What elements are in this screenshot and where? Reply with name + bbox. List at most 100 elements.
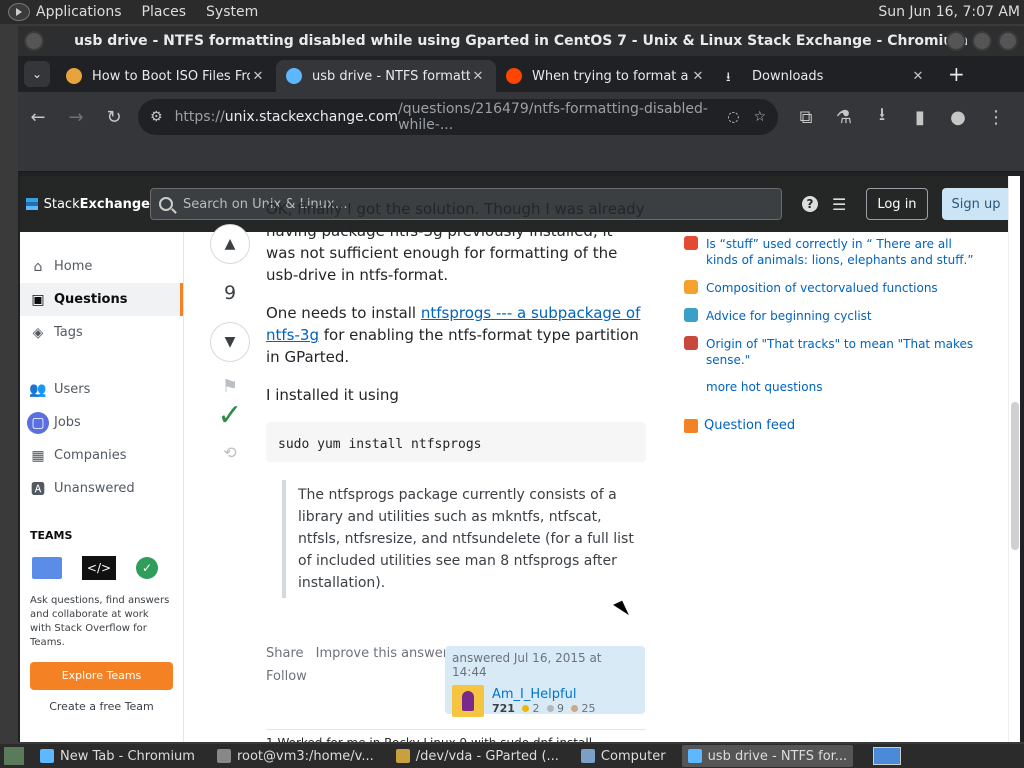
extensions-icon[interactable]: ⧉	[788, 99, 824, 135]
tab-when-trying-to-format[interactable]: When trying to format a U ✕	[496, 60, 716, 92]
address-bar[interactable]: ⚙ https://unix.stackexchange.com/questio…	[138, 99, 778, 135]
task-new-tab-chromium[interactable]: New Tab - Chromium	[34, 745, 201, 767]
help-icon[interactable]: ?	[802, 196, 818, 212]
accepted-check-icon: ✓	[217, 398, 243, 433]
chromium-icon	[40, 749, 54, 763]
code-icon: </>	[82, 556, 116, 580]
new-tab-button[interactable]: +	[948, 62, 965, 86]
task-computer[interactable]: Computer	[575, 745, 672, 767]
close-tab-icon[interactable]: ✕	[910, 69, 926, 84]
text: for enabling the ntfs-format type partit…	[266, 326, 639, 366]
explore-teams-button[interactable]: Explore Teams	[30, 662, 173, 690]
nav-unanswered[interactable]: 🅰 Unanswered	[20, 472, 183, 505]
hot-question-item: Composition of vectorvalued functions	[684, 280, 984, 296]
tab-downloads[interactable]: ⭳ Downloads ✕	[716, 60, 936, 92]
teams-illustration: </> ✓	[32, 556, 173, 580]
reload-button[interactable]: ↻	[96, 99, 132, 135]
forward-button[interactable]: →	[58, 99, 94, 135]
user-name-link[interactable]: Am_I_Helpful	[492, 687, 595, 702]
show-desktop-icon[interactable]	[4, 747, 24, 765]
hot-question-link[interactable]: Is “stuff” used correctly in “ There are…	[706, 236, 984, 268]
close-tab-icon[interactable]: ✕	[470, 69, 486, 84]
close-window-button[interactable]	[998, 31, 1018, 51]
task-label: root@vm3:/home/v...	[236, 748, 374, 764]
window-menu-button[interactable]	[24, 31, 44, 51]
mouse-cursor-icon	[613, 600, 629, 620]
eye-off-icon[interactable]: ◌	[727, 109, 739, 125]
nav-users[interactable]: 👥 Users	[20, 373, 183, 406]
side-panel-icon[interactable]: ▮	[902, 99, 938, 135]
close-tab-icon[interactable]: ✕	[690, 69, 706, 84]
hot-question-link[interactable]: Advice for beginning cyclist	[706, 308, 872, 324]
stackexchange-logo[interactable]: Stack Exchange	[26, 197, 150, 212]
hot-question-item: Is “stuff” used correctly in “ There are…	[684, 236, 984, 268]
task-terminal[interactable]: root@vm3:/home/v...	[211, 745, 380, 767]
follow-link[interactable]: Follow	[266, 669, 456, 684]
chromium-icon	[687, 749, 702, 763]
nav-companies[interactable]: ▦ Companies	[20, 439, 183, 472]
site-info-icon[interactable]: ⚙	[150, 109, 163, 125]
search-icon	[159, 197, 173, 211]
menu-places[interactable]: Places	[142, 4, 187, 20]
downvote-button[interactable]: ▼	[210, 322, 250, 362]
more-hot-questions-link[interactable]: more hot questions	[706, 380, 984, 394]
kebab-menu-icon[interactable]: ⋮	[978, 99, 1014, 135]
task-gparted[interactable]: /dev/vda - GParted (...	[390, 745, 565, 767]
system-logo-icon[interactable]	[8, 3, 30, 21]
nav-jobs[interactable]: ▢ Jobs	[20, 406, 183, 439]
task-label: Computer	[600, 748, 666, 764]
reputation-score: 721	[492, 702, 515, 715]
english-site-icon	[684, 236, 698, 250]
comment-row: 1 Worked for me in Rocky Linux 9 with su…	[266, 729, 646, 742]
bronze-badge-icon	[571, 705, 579, 712]
downloads-icon[interactable]: ⭳	[864, 99, 900, 135]
signup-button[interactable]: Sign up	[941, 188, 1011, 220]
tab-how-to-boot-iso[interactable]: How to Boot ISO Files Fro ✕	[56, 60, 276, 92]
minimize-button[interactable]	[946, 31, 966, 51]
scrollbar-thumb[interactable]	[1011, 402, 1019, 550]
hot-question-link[interactable]: Origin of "That tracks" to mean "That ma…	[706, 336, 984, 368]
nav-home[interactable]: ⌂ Home	[20, 250, 183, 283]
nav-label: Companies	[54, 448, 127, 463]
users-icon: 👥	[29, 381, 47, 398]
menu-applications[interactable]: Applications	[36, 4, 122, 20]
history-icon[interactable]: ⟲	[208, 443, 252, 462]
chevron-down-icon: ⌄	[31, 67, 43, 81]
tab-title: Downloads	[752, 68, 824, 84]
back-button[interactable]: ←	[20, 99, 56, 135]
hot-question-link[interactable]: Composition of vectorvalued functions	[706, 280, 938, 296]
window-titlebar: usb drive - NTFS formatting disabled whi…	[18, 26, 1024, 56]
close-tab-icon[interactable]: ✕	[250, 69, 266, 84]
arrow-up-icon: ▲	[224, 236, 236, 252]
improve-answer-link[interactable]: Improve this answer	[316, 646, 448, 661]
bookmark-icon[interactable]: ⚑	[208, 376, 252, 397]
share-link[interactable]: Share	[266, 646, 304, 661]
bronze-badge-count: 25	[581, 702, 596, 715]
upvote-button[interactable]: ▲	[210, 224, 250, 264]
taskbar: New Tab - Chromium root@vm3:/home/v... /…	[0, 744, 1024, 768]
bookmark-star-icon[interactable]: ☆	[753, 109, 766, 125]
question-feed-link[interactable]: Question feed	[684, 418, 984, 433]
system-clock[interactable]: Sun Jun 16, 7:07 AM	[878, 4, 1020, 20]
labs-flask-icon[interactable]: ⚗	[826, 99, 862, 135]
nav-label: Users	[54, 382, 91, 397]
silver-badge-icon	[546, 705, 554, 712]
profile-icon[interactable]: ●	[940, 99, 976, 135]
tab-title: How to Boot ISO Files Fro	[92, 68, 250, 84]
page-scrollbar[interactable]	[1008, 176, 1020, 742]
task-usb-drive-chromium[interactable]: usb drive - NTFS for...	[681, 745, 854, 767]
nav-questions[interactable]: ▣ Questions	[20, 283, 183, 316]
login-button[interactable]: Log in	[866, 188, 928, 220]
site-switcher-icon[interactable]: ☰	[832, 195, 846, 214]
create-free-team-link[interactable]: Create a free Team	[30, 700, 173, 713]
nav-tags[interactable]: ◈ Tags	[20, 316, 183, 349]
workspace-switcher-icon[interactable]	[873, 747, 902, 765]
maximize-button[interactable]	[972, 31, 992, 51]
math-site-icon	[684, 280, 698, 294]
menu-system[interactable]: System	[206, 4, 258, 20]
user-avatar[interactable]	[452, 685, 484, 717]
tab-usb-drive-ntfs[interactable]: usb drive - NTFS formatti ✕	[276, 60, 496, 92]
task-label: usb drive - NTFS for...	[707, 748, 848, 764]
hot-question-item: Origin of "That tracks" to mean "That ma…	[684, 336, 984, 368]
tab-search-button[interactable]: ⌄	[24, 61, 50, 87]
